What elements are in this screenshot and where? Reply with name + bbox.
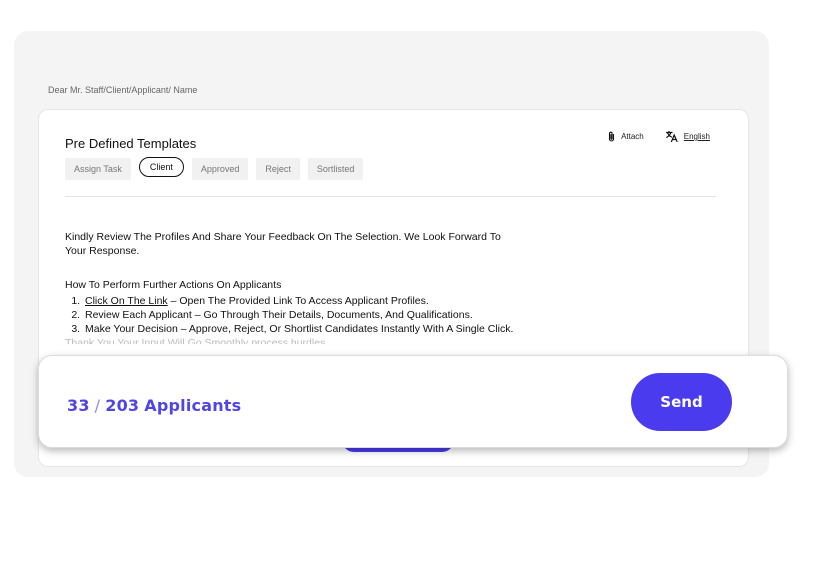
steps-heading: How To Perform Further Actions On Applic… <box>65 279 282 291</box>
list-item: Review Each Applicant – Go Through Their… <box>83 308 517 322</box>
paperclip-icon <box>608 131 615 142</box>
send-bar: 33/203 Applicants Send <box>38 355 788 448</box>
language-label: English <box>683 132 710 141</box>
templates-title: Pre Defined Templates <box>65 136 197 151</box>
list-item: Make Your Decision – Approve, Reject, Or… <box>83 322 517 336</box>
toolbar: Attach English <box>608 131 710 142</box>
count-unit: Applicants <box>144 396 242 415</box>
steps-list: Click On The Link – Open The Provided Li… <box>65 294 517 336</box>
attach-button[interactable]: Attach <box>608 131 644 142</box>
divider <box>65 196 716 197</box>
count-separator: / <box>94 396 101 415</box>
step1-text: – Open The Provided Link To Access Appli… <box>167 295 429 307</box>
chip-approved[interactable]: Approved <box>191 158 249 180</box>
selected-count: 33 <box>67 396 90 415</box>
salutation-text: Dear Mr. Staff/Client/Applicant/ Name <box>48 85 198 95</box>
chip-client[interactable]: Client <box>138 157 184 177</box>
message-intro: Kindly Review The Profiles And Share You… <box>65 231 501 257</box>
total-count: 203 <box>105 396 140 415</box>
send-button[interactable]: Send <box>631 373 732 431</box>
applicant-count: 33/203 Applicants <box>67 396 241 415</box>
translate-icon <box>665 131 678 142</box>
chip-assign-task[interactable]: Assign Task <box>65 158 131 180</box>
attach-label: Attach <box>621 132 644 141</box>
chip-sortlisted[interactable]: Sortlisted <box>307 158 364 180</box>
applicant-profiles-link[interactable]: Click On The Link <box>85 295 168 307</box>
list-item: Click On The Link – Open The Provided Li… <box>83 294 517 308</box>
cutoff-line: Thank You Your Input Will Go Smoothly pr… <box>65 337 329 344</box>
template-chips: Assign Task Client Approved Reject Sortl… <box>65 157 364 180</box>
chip-reject[interactable]: Reject <box>256 158 300 180</box>
language-selector[interactable]: English <box>665 131 710 142</box>
message-body[interactable]: Kindly Review The Profiles And Share You… <box>65 230 517 344</box>
